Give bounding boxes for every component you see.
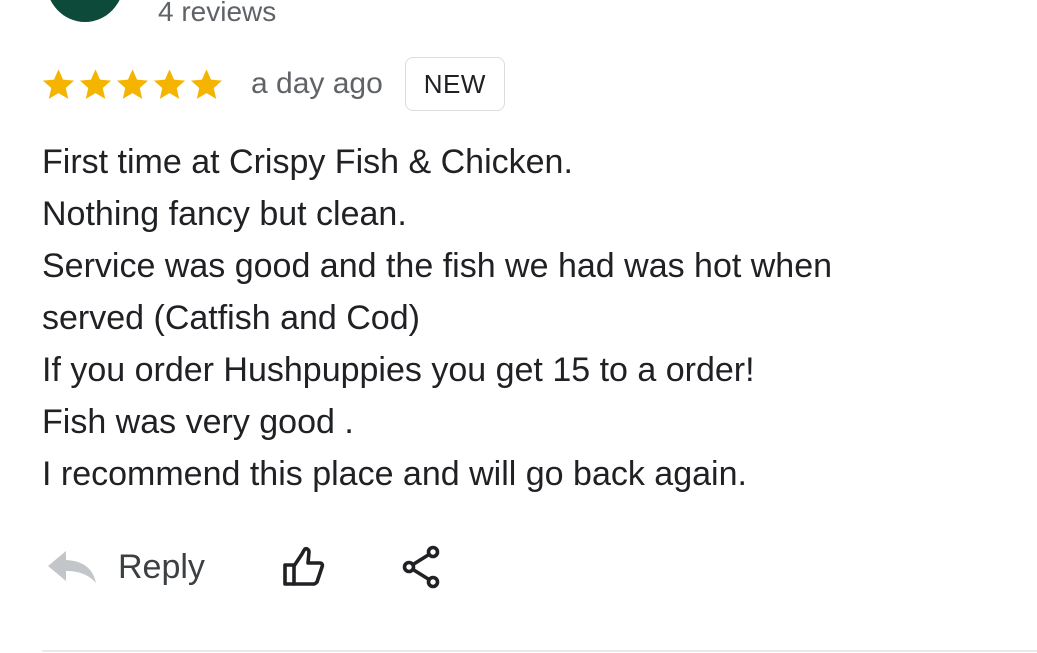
new-badge: NEW: [404, 57, 505, 111]
reply-arrow-icon: [48, 551, 96, 583]
divider: [42, 650, 1037, 652]
star-icon: [79, 68, 112, 99]
review-text-line: Service was good and the fish we had was…: [42, 247, 833, 285]
review-text-line: I recommend this place and will go back …: [42, 455, 747, 493]
review-text: First time at Crispy Fish & Chicken. Not…: [42, 136, 922, 500]
like-button[interactable]: [279, 542, 329, 592]
review-text-line: Nothing fancy but clean.: [42, 195, 407, 233]
thumbs-up-icon: [283, 546, 325, 586]
star-icon: [42, 68, 75, 99]
review-text-line: If you order Hushpuppies you get 15 to a…: [42, 351, 755, 389]
star-icon: [116, 68, 149, 99]
star-icon: [153, 68, 186, 99]
review-text-line: First time at Crispy Fish & Chicken.: [42, 143, 573, 181]
rating-row: a day ago NEW: [40, 56, 505, 112]
reply-label: Reply: [118, 547, 205, 586]
star-icon: [190, 68, 223, 99]
review-actions: Reply: [46, 532, 445, 602]
reviewer-avatar[interactable]: [46, 0, 124, 22]
reviewer-reviews-count[interactable]: 4 reviews: [158, 0, 276, 28]
star-rating: [40, 66, 225, 103]
share-icon: [402, 545, 440, 589]
review-text-line: Fish was very good .: [42, 403, 354, 441]
reply-button[interactable]: Reply: [46, 547, 205, 587]
review-time: a day ago: [251, 67, 383, 100]
share-button[interactable]: [399, 542, 445, 592]
review-text-line: served (Catfish and Cod): [42, 299, 420, 337]
